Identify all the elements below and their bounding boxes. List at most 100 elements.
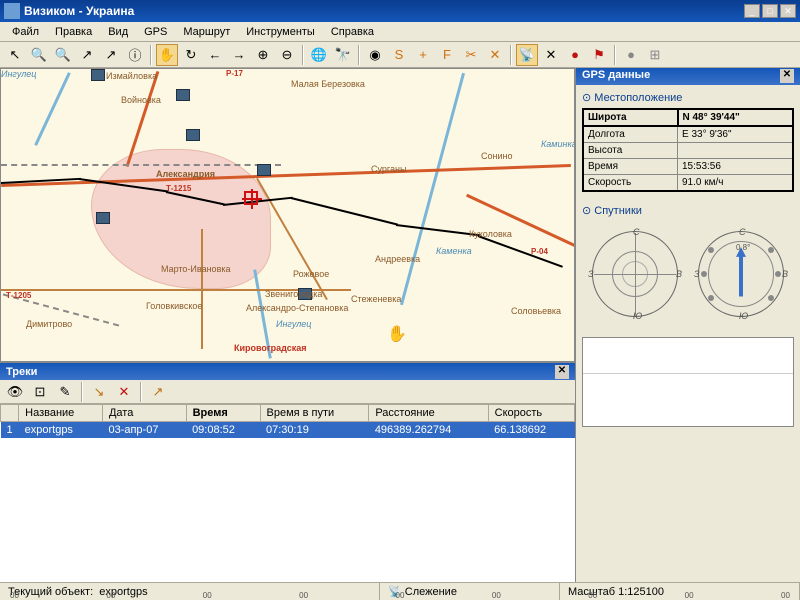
poi-icon[interactable] bbox=[186, 129, 200, 141]
satellites-section-header: Спутники bbox=[582, 204, 794, 221]
town-label: Стеженевка bbox=[351, 294, 401, 304]
app-icon bbox=[4, 3, 20, 19]
menu-tools[interactable]: Инструменты bbox=[238, 24, 323, 40]
location-table: ШиротаN 48° 39'44" ДолготаE 33° 9'36" Вы… bbox=[582, 108, 794, 192]
col-time[interactable]: Время bbox=[186, 405, 260, 422]
route-x-icon[interactable]: ✕ bbox=[484, 44, 506, 66]
grid-icon[interactable]: ⊞ bbox=[644, 44, 666, 66]
graph-axis-labels: 000000000000000000 bbox=[0, 591, 800, 600]
table-row[interactable]: 1 exportgps 03-апр-07 09:08:52 07:30:19 … bbox=[1, 422, 575, 439]
town-label: Кировоградская bbox=[234, 343, 307, 353]
window-title: Визиком - Украина bbox=[24, 4, 744, 18]
tracks-eye-icon[interactable]: 👁 bbox=[4, 381, 26, 403]
compass-dial: 0.8° С Ю З В bbox=[696, 229, 786, 319]
col-duration[interactable]: Время в пути bbox=[260, 405, 369, 422]
tracks-view-icon[interactable]: ⊡ bbox=[29, 381, 51, 403]
town-label: Сурганы bbox=[371, 164, 406, 174]
minimize-button[interactable]: _ bbox=[744, 4, 760, 18]
town-label: Димитрово bbox=[26, 319, 72, 329]
gps-panel: GPS данные ✕ Местоположение ШиротаN 48° … bbox=[575, 68, 800, 582]
arrow-tool-icon[interactable]: ↗ bbox=[76, 44, 98, 66]
map-canvas[interactable]: ✋ Измайловка Малая Березовка Войновка Со… bbox=[0, 68, 575, 362]
poi-icon[interactable] bbox=[91, 69, 105, 81]
menu-help[interactable]: Справка bbox=[323, 24, 382, 40]
town-label: Войновка bbox=[121, 95, 161, 105]
zoom-minus-icon[interactable]: ⊖ bbox=[276, 44, 298, 66]
grey-dot-icon[interactable]: ● bbox=[620, 44, 642, 66]
town-label: Сонино bbox=[481, 151, 512, 161]
town-label: Александрия bbox=[156, 169, 215, 179]
col-speed[interactable]: Скорость bbox=[488, 405, 574, 422]
arrow2-tool-icon[interactable]: ↗ bbox=[100, 44, 122, 66]
river-label: Ингулец bbox=[1, 69, 36, 79]
town-label: Марто-Ивановка bbox=[161, 264, 231, 274]
tracks-tool1-icon[interactable]: ↘ bbox=[88, 381, 110, 403]
tracks-tool2-icon[interactable]: ↗ bbox=[147, 381, 169, 403]
town-label: Измайловка bbox=[106, 71, 157, 81]
back-icon[interactable]: ← bbox=[204, 44, 226, 66]
col-distance[interactable]: Расстояние bbox=[369, 405, 488, 422]
hand-cursor-icon: ✋ bbox=[387, 324, 407, 344]
close-button[interactable]: ✕ bbox=[780, 4, 796, 18]
tracks-panel-close[interactable]: ✕ bbox=[555, 365, 569, 379]
col-date[interactable]: Дата bbox=[102, 405, 186, 422]
menu-view[interactable]: Вид bbox=[100, 24, 136, 40]
poi-icon[interactable] bbox=[257, 164, 271, 176]
menu-edit[interactable]: Правка bbox=[47, 24, 100, 40]
forward-icon[interactable]: → bbox=[228, 44, 250, 66]
menu-gps[interactable]: GPS bbox=[136, 24, 175, 40]
info-tool-icon[interactable]: ⓘ bbox=[124, 44, 146, 66]
refresh-icon[interactable]: ↻ bbox=[180, 44, 202, 66]
zoom-plus-icon[interactable]: ⊕ bbox=[252, 44, 274, 66]
tracks-panel-title: Треки bbox=[6, 366, 555, 378]
poi-icon[interactable] bbox=[96, 212, 110, 224]
gps-panel-title: GPS данные bbox=[582, 69, 780, 84]
crosshair-marker bbox=[244, 191, 258, 205]
menubar: Файл Правка Вид GPS Маршрут Инструменты … bbox=[0, 22, 800, 42]
col-name[interactable]: Название bbox=[19, 405, 103, 422]
tracks-panel: Треки ✕ 👁 ⊡ ✎ ↘ ✕ ↗ Название Дата bbox=[0, 362, 575, 582]
poi-icon[interactable] bbox=[176, 89, 190, 101]
route-s-icon[interactable]: S bbox=[388, 44, 410, 66]
titlebar: Визиком - Украина _ □ ✕ bbox=[0, 0, 800, 22]
river-label: Каминка bbox=[541, 139, 575, 149]
town-label: Соловьевка bbox=[511, 306, 561, 316]
binoculars-icon[interactable]: 🔭 bbox=[332, 44, 354, 66]
town-label: Андреевка bbox=[375, 254, 420, 264]
road-label: Р-04 bbox=[531, 247, 548, 256]
satellite-signal-graph bbox=[582, 337, 794, 427]
flag-icon[interactable]: ⚑ bbox=[588, 44, 610, 66]
menu-route[interactable]: Маршрут bbox=[175, 24, 238, 40]
route-plus-icon[interactable]: + bbox=[412, 44, 434, 66]
town-label: Александро-Степановка bbox=[246, 303, 348, 313]
pointer-tool-icon[interactable]: ↖ bbox=[4, 44, 26, 66]
sat-x-icon[interactable]: ✕ bbox=[540, 44, 562, 66]
tracks-table[interactable]: Название Дата Время Время в пути Расстоя… bbox=[0, 404, 575, 582]
route-clear-icon[interactable]: ✂ bbox=[460, 44, 482, 66]
tracks-delete-icon[interactable]: ✕ bbox=[113, 381, 135, 403]
road-label: Р-17 bbox=[226, 69, 243, 78]
maximize-button[interactable]: □ bbox=[762, 4, 778, 18]
road-label: Т-1205 bbox=[6, 291, 31, 300]
pan-tool-icon[interactable]: ✋ bbox=[156, 44, 178, 66]
town-label: Малая Березовка bbox=[291, 79, 365, 89]
town-label: Куколовка bbox=[469, 229, 512, 239]
town-label: Рожевое bbox=[293, 269, 329, 279]
road-label: Т-1215 bbox=[166, 184, 191, 193]
world-icon[interactable]: 🌐 bbox=[308, 44, 330, 66]
location-section-header: Местоположение bbox=[582, 91, 794, 108]
zoom-in-icon[interactable]: 🔍 bbox=[28, 44, 50, 66]
river-label: Ингулец bbox=[276, 319, 311, 329]
route-start-icon[interactable]: ◉ bbox=[364, 44, 386, 66]
tracks-edit-icon[interactable]: ✎ bbox=[54, 381, 76, 403]
zoom-out-icon[interactable]: 🔍 bbox=[52, 44, 74, 66]
gps-panel-close[interactable]: ✕ bbox=[780, 69, 794, 83]
river-label: Каменка bbox=[436, 246, 472, 256]
menu-file[interactable]: Файл bbox=[4, 24, 47, 40]
satellite-icon[interactable]: 📡 bbox=[516, 44, 538, 66]
col-num[interactable] bbox=[1, 405, 19, 422]
record-icon[interactable]: ● bbox=[564, 44, 586, 66]
route-f-icon[interactable]: F bbox=[436, 44, 458, 66]
toolbar: ↖ 🔍 🔍 ↗ ↗ ⓘ ✋ ↻ ← → ⊕ ⊖ 🌐 🔭 ◉ S + F ✂ ✕ … bbox=[0, 42, 800, 68]
town-label: Головкивское bbox=[146, 301, 202, 311]
